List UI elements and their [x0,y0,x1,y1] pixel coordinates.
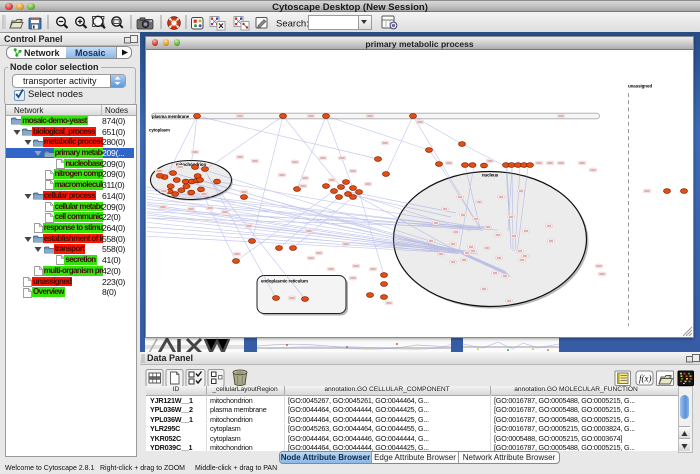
svg-text:f(x): f(x) [639,374,652,384]
svg-text:endoplasmic reticulum: endoplasmic reticulum [261,279,308,284]
svg-text:Search:: Search: [276,19,309,30]
svg-text:cytoplasm: cytoplasm [149,128,170,133]
svg-text:nucleus: nucleus [482,173,499,178]
svg-text:unassigned: unassigned [628,84,652,89]
svg-text:plasma membrane: plasma membrane [152,114,190,119]
